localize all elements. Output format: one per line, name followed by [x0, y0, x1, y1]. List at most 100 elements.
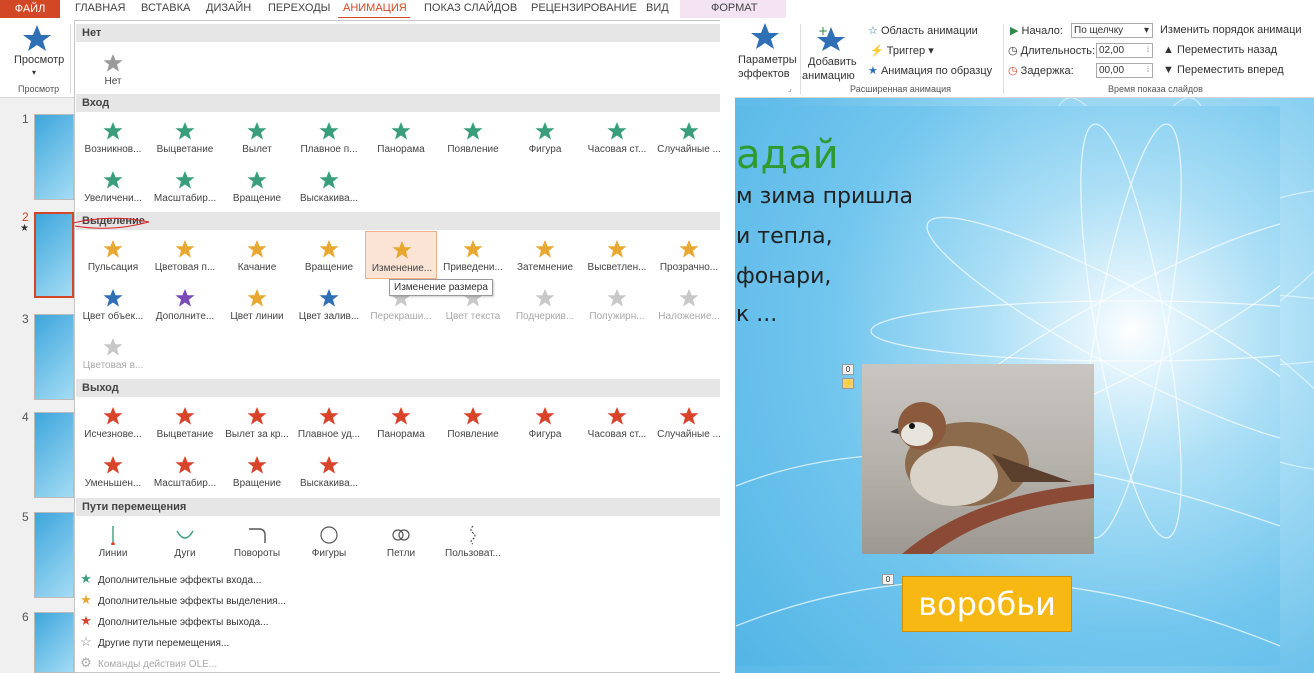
dialog-launcher-icon[interactable]: ⌟ — [788, 84, 792, 93]
emphasis-effect[interactable]: Затемнение — [509, 231, 581, 279]
exit-effect[interactable]: Плавное уд... — [293, 398, 365, 446]
emphasis-effect[interactable]: Цвет залив... — [293, 280, 365, 328]
preview-group-label: Просмотр — [18, 84, 60, 94]
emphasis-effect[interactable]: Высветлен... — [581, 231, 653, 279]
animation-pane-button[interactable]: ☆ Область анимации — [868, 24, 978, 37]
tab-animation[interactable]: АНИМАЦИЯ — [343, 2, 407, 14]
slide-thumbnail-2[interactable] — [34, 212, 74, 298]
tab-transitions[interactable]: ПЕРЕХОДЫ — [268, 2, 330, 14]
entry-effect[interactable]: Появление — [437, 113, 509, 161]
entry-effect[interactable]: Случайные ... — [653, 113, 725, 161]
effect-label: Появление — [447, 144, 499, 155]
tab-view[interactable]: ВИД — [646, 2, 669, 14]
entry-effect[interactable]: Вылет — [221, 113, 293, 161]
exit-effect[interactable]: Появление — [437, 398, 509, 446]
sparrow-picture — [890, 402, 1094, 554]
animation-painter-button[interactable]: ★ Анимация по образцу — [868, 64, 992, 77]
entry-effect[interactable]: Возникнов... — [77, 113, 149, 161]
tab-slideshow[interactable]: ПОКАЗ СЛАЙДОВ — [424, 2, 517, 14]
motion-path-effect[interactable]: Фигуры — [293, 517, 365, 565]
more-emphasis-effects[interactable]: ★ Дополнительные эффекты выделения... — [79, 592, 286, 608]
exit-effect[interactable]: Выцветание — [149, 398, 221, 446]
more-exit-effects[interactable]: ★ Дополнительные эффекты выхода... — [79, 613, 268, 629]
emphasis-effect[interactable]: Цветовая п... — [149, 231, 221, 279]
tab-file[interactable]: ФАЙЛ — [0, 0, 60, 18]
move-forward-button[interactable]: ▼ Переместить вперед — [1163, 64, 1284, 76]
entry-effect[interactable]: Панорама — [365, 113, 437, 161]
exit-effect[interactable]: Панорама — [365, 398, 437, 446]
motion-path-effect[interactable]: Повороты — [221, 517, 293, 565]
emphasis-effect[interactable]: Цвет объек... — [77, 280, 149, 328]
more-entry-effects[interactable]: ★ Дополнительные эффекты входа... — [79, 571, 261, 587]
effect-none[interactable]: Нет — [77, 45, 149, 93]
start-select[interactable]: По щелчку ▾ — [1071, 23, 1153, 38]
trigger-button[interactable]: ⚡ Триггер ▾ — [870, 44, 934, 57]
motion-path-effect[interactable]: Дуги — [149, 517, 221, 565]
move-back-button[interactable]: ▲ Переместить назад — [1163, 44, 1277, 56]
svg-text:+: + — [818, 24, 828, 38]
sparrow-image[interactable] — [862, 364, 1094, 554]
delay-input[interactable]: 00,00 ⁞ — [1096, 63, 1153, 78]
tab-design[interactable]: ДИЗАЙН — [206, 2, 251, 14]
emphasis-effect[interactable]: Качание — [221, 231, 293, 279]
slide-thumbnail-3[interactable] — [34, 314, 74, 400]
exit-effect[interactable]: Фигура — [509, 398, 581, 446]
spinner-icon[interactable]: ⁞ — [1147, 64, 1149, 77]
entry-effect[interactable]: Плавное п... — [293, 113, 365, 161]
slide-thumbnail-1[interactable] — [34, 114, 74, 200]
answer-box[interactable]: воробьи — [902, 576, 1072, 632]
add-animation-button[interactable]: + Добавить анимацию — [802, 22, 862, 84]
emphasis-effect[interactable]: Изменение... — [365, 231, 437, 279]
motion-path-effect[interactable]: Пользоват... — [437, 517, 509, 565]
effect-label: Дополните... — [155, 311, 215, 322]
exit-effect[interactable]: Масштабир... — [149, 447, 221, 495]
tab-format[interactable]: ФОРМАТ — [711, 2, 758, 14]
animation-marker[interactable]: 0 — [882, 574, 894, 585]
exit-effect[interactable]: Выскакива... — [293, 447, 365, 495]
gallery-scrollbar[interactable] — [720, 20, 735, 673]
tab-review[interactable]: РЕЦЕНЗИРОВАНИЕ — [531, 2, 637, 14]
emphasis-effect[interactable]: Прозрачно... — [653, 231, 725, 279]
start-label-text: Начало: — [1021, 25, 1063, 37]
exit-effect[interactable]: Уменьшен... — [77, 447, 149, 495]
star-icon — [607, 122, 627, 140]
spinner-icon[interactable]: ⁞ — [1147, 44, 1149, 57]
animation-marker[interactable]: 0 — [842, 364, 854, 375]
motion-path-effect[interactable]: Линии — [77, 517, 149, 565]
emphasis-effect[interactable]: Пульсация — [77, 231, 149, 279]
exit-effect[interactable]: Вылет за кр... — [221, 398, 293, 446]
exit-effect[interactable]: Часовая ст... — [581, 398, 653, 446]
tab-home[interactable]: ГЛАВНАЯ — [75, 2, 125, 14]
tab-insert[interactable]: ВСТАВКА — [141, 2, 190, 14]
emphasis-effect[interactable]: Цвет линии — [221, 280, 293, 328]
slide-text-line: м зима пришла — [736, 184, 913, 209]
entry-effect[interactable]: Выцветание — [149, 113, 221, 161]
more-motion-paths[interactable]: ☆ Другие пути перемещения... — [79, 634, 229, 650]
entry-effect[interactable]: Выскакива... — [293, 162, 365, 210]
slide-thumbnail-6[interactable] — [34, 612, 74, 673]
star-icon — [607, 240, 627, 258]
star-icon — [103, 338, 123, 356]
slide-thumbnail-5[interactable] — [34, 512, 74, 598]
exit-effect[interactable]: Случайные ... — [653, 398, 725, 446]
entry-effect[interactable]: Часовая ст... — [581, 113, 653, 161]
exit-effect[interactable]: Исчезнове... — [77, 398, 149, 446]
effect-label: Цвет линии — [230, 311, 284, 322]
entry-effect[interactable]: Вращение — [221, 162, 293, 210]
slide-thumbnail-4[interactable] — [34, 412, 74, 498]
slide-canvas[interactable]: адай м зима пришла и тепла, фонари, к ..… — [736, 106, 1280, 666]
effect-options-button[interactable]: Параметры эффектов — [736, 22, 798, 84]
motion-path-effect[interactable]: Петли — [365, 517, 437, 565]
exit-effect[interactable]: Вращение — [221, 447, 293, 495]
entry-effect[interactable]: Масштабир... — [149, 162, 221, 210]
trigger-lightning-icon[interactable]: ⚡ — [842, 378, 854, 389]
star-icon — [607, 289, 627, 307]
emphasis-effect[interactable]: Дополните... — [149, 280, 221, 328]
entry-effect[interactable]: Фигура — [509, 113, 581, 161]
preview-button[interactable]: Просмотр ▾ — [10, 22, 64, 84]
effect-label: Исчезнове... — [84, 429, 142, 440]
emphasis-effect[interactable]: Вращение — [293, 231, 365, 279]
entry-effect[interactable]: Увеличени... — [77, 162, 149, 210]
duration-input[interactable]: 02,00 ⁞ — [1096, 43, 1153, 58]
emphasis-effect[interactable]: Приведени... — [437, 231, 509, 279]
